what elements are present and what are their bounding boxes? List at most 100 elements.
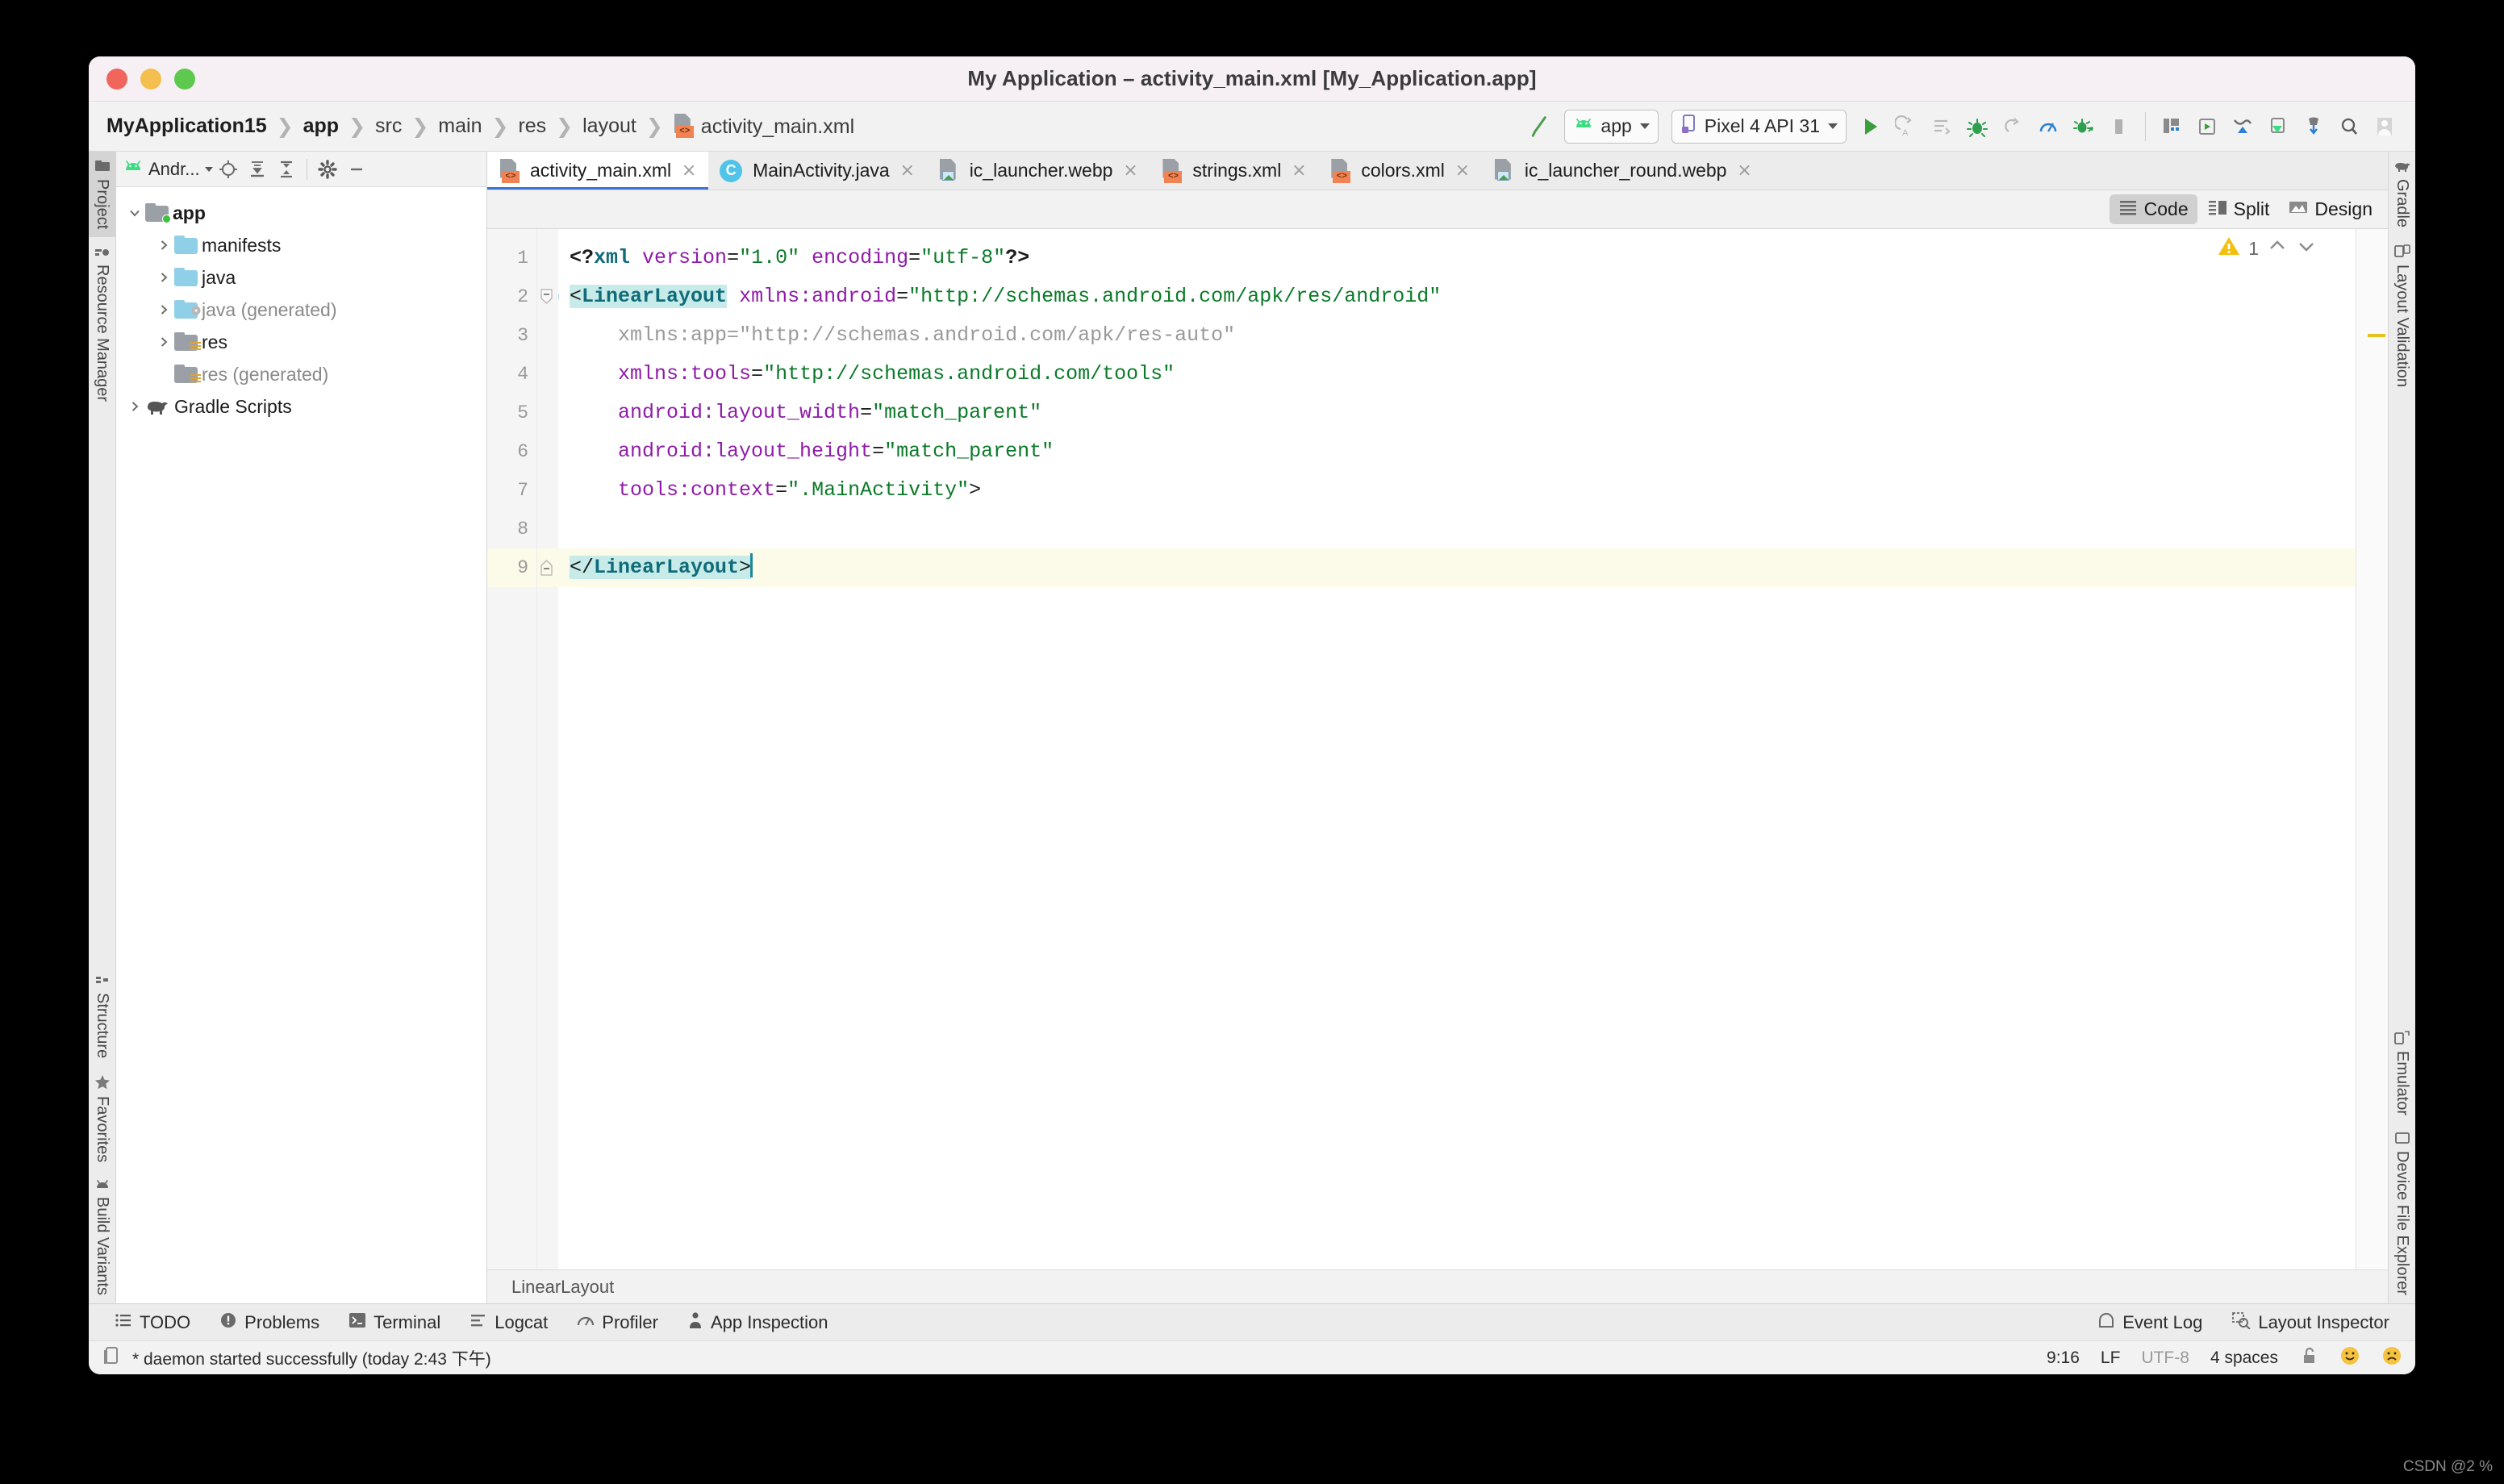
sidebar-item-favorites[interactable]: Favorites <box>89 1066 116 1170</box>
tab-strings-xml[interactable]: <> strings.xml × <box>1150 152 1318 190</box>
tab-ic-launcher-round-webp[interactable]: ic_launcher_round.webp × <box>1482 152 1764 190</box>
indent-setting[interactable]: 4 spaces <box>2210 1349 2278 1368</box>
avd-manager-icon[interactable] <box>2189 109 2225 144</box>
happy-face-icon[interactable] <box>2339 1345 2360 1370</box>
line-separator[interactable]: LF <box>2101 1349 2121 1368</box>
breadcrumb-item-res[interactable]: res <box>516 115 548 138</box>
collapse-all-icon[interactable] <box>273 156 300 183</box>
editor-breadcrumb[interactable]: LinearLayout <box>487 1269 2388 1303</box>
tree-node-res-generated[interactable]: res (generated) <box>116 358 486 390</box>
close-icon[interactable]: × <box>1454 160 1471 181</box>
close-icon[interactable]: × <box>1122 160 1138 181</box>
tab-activity-main-xml[interactable]: <> activity_main.xml × <box>487 152 709 190</box>
sidebar-item-emulator[interactable]: Emulator <box>2388 1022 2415 1123</box>
tree-node-java[interactable]: java <box>116 261 486 294</box>
chevron-right-icon[interactable] <box>153 239 174 252</box>
tab-ic-launcher-webp[interactable]: ic_launcher.webp × <box>927 152 1150 190</box>
sidebar-item-resource-manager[interactable]: Resource Manager <box>89 237 116 410</box>
breadcrumb-item-file[interactable]: <> activity_main.xml <box>671 114 856 139</box>
file-encoding[interactable]: UTF-8 <box>2141 1349 2189 1368</box>
watermark: CSDN @2 % <box>2402 1458 2493 1475</box>
code-editor[interactable]: 1 2 C 3 4 5 6 7 8 9 <box>487 229 2388 1269</box>
code-text[interactable]: <?xml version="1.0" encoding="utf-8"?> <… <box>558 229 2356 1269</box>
hammer-icon[interactable] <box>1522 109 1558 144</box>
sidebar-item-structure[interactable]: Structure <box>89 965 116 1066</box>
crosshair-locate-icon[interactable] <box>215 156 242 183</box>
breadcrumb-item-project[interactable]: MyApplication15 <box>105 115 269 138</box>
close-icon[interactable]: × <box>681 160 697 181</box>
search-icon[interactable] <box>2331 109 2367 144</box>
sidebar-item-layout-validation[interactable]: Layout Validation <box>2388 236 2415 395</box>
sidebar-item-project[interactable]: Project <box>89 152 116 238</box>
device-selector[interactable]: Pixel 4 API 31 <box>1671 109 1847 144</box>
bottom-window-layout-inspector[interactable]: Layout Inspector <box>2217 1311 2404 1334</box>
sidebar-item-label: Project <box>94 179 111 230</box>
chevron-right-icon[interactable] <box>124 400 145 413</box>
chevron-down-icon[interactable] <box>124 206 145 219</box>
prev-problem-icon[interactable] <box>2267 237 2288 261</box>
apply-changes-icon[interactable]: A <box>1888 109 1924 144</box>
tab-colors-xml[interactable]: <> colors.xml × <box>1318 152 1482 190</box>
stop-icon[interactable] <box>2101 109 2137 144</box>
device-manager-icon[interactable] <box>2225 109 2260 144</box>
breadcrumb-item-src[interactable]: src <box>374 115 403 138</box>
bottom-window-event-log[interactable]: Event Log <box>2083 1311 2217 1334</box>
line-number: 6 <box>517 441 528 462</box>
gear-icon[interactable] <box>314 156 341 183</box>
memory-indicator-icon[interactable] <box>102 1345 121 1371</box>
editor-marker-rail[interactable] <box>2356 229 2388 1269</box>
caret-position[interactable]: 9:16 <box>2047 1349 2080 1368</box>
chevron-right-icon[interactable] <box>153 336 174 348</box>
chevron-right-icon[interactable] <box>153 303 174 316</box>
breadcrumb-item-app[interactable]: app <box>302 115 340 138</box>
sidebar-item-gradle[interactable]: Gradle <box>2388 152 2415 236</box>
expand-all-icon[interactable] <box>244 156 271 183</box>
tree-node-manifests[interactable]: manifests <box>116 229 486 261</box>
tree-node-res[interactable]: res <box>116 326 486 358</box>
profiler-icon[interactable] <box>2030 109 2066 144</box>
bottom-window-todo[interactable]: TODO <box>100 1312 205 1333</box>
chevron-right-icon[interactable] <box>153 271 174 284</box>
play-icon[interactable] <box>1853 109 1888 144</box>
attach-debugger-icon[interactable] <box>1995 109 2030 144</box>
minimize-icon[interactable] <box>343 156 370 183</box>
view-mode-design[interactable]: Design <box>2280 194 2381 224</box>
tree-node-app[interactable]: app <box>116 197 486 229</box>
warning-marker[interactable] <box>2368 334 2385 337</box>
bottom-window-app-inspection[interactable]: App Inspection <box>673 1311 843 1334</box>
next-problem-icon[interactable] <box>2296 237 2317 261</box>
unlocked-padlock-icon[interactable] <box>2299 1346 2318 1370</box>
view-mode-split[interactable]: Split <box>2199 194 2279 224</box>
tab-mainactivity-java[interactable]: C MainActivity.java × <box>708 152 927 190</box>
bottom-window-label: Problems <box>244 1311 320 1332</box>
sync-gradle-icon[interactable] <box>2296 109 2331 144</box>
tree-node-gradle-scripts[interactable]: Gradle Scripts <box>116 390 486 423</box>
view-mode-code[interactable]: Code <box>2109 194 2197 224</box>
close-icon[interactable]: × <box>899 160 916 181</box>
sidebar-item-build-variants[interactable]: Build Variants <box>89 1170 116 1303</box>
fold-end-icon[interactable] <box>540 560 554 576</box>
bug-icon[interactable] <box>1959 109 1995 144</box>
fold-collapse-icon[interactable] <box>540 289 554 305</box>
bottom-window-profiler[interactable]: Profiler <box>562 1312 673 1333</box>
sad-face-icon[interactable] <box>2381 1345 2402 1370</box>
close-icon[interactable]: × <box>1736 160 1752 181</box>
apply-code-changes-icon[interactable] <box>1924 109 1959 144</box>
code-line-2: <LinearLayout xmlns:android="http://sche… <box>570 285 1442 308</box>
close-icon[interactable]: × <box>1291 160 1307 181</box>
breadcrumb-item-layout[interactable]: layout <box>581 115 638 138</box>
apk-icon[interactable] <box>2260 109 2296 144</box>
inspection-widget[interactable]: 1 <box>2218 236 2317 262</box>
line-number: 2 <box>517 286 528 307</box>
tree-node-java-generated[interactable]: java (generated) <box>116 294 486 326</box>
breadcrumb-item-main[interactable]: main <box>436 115 483 138</box>
bottom-window-problems[interactable]: Problems <box>205 1311 334 1334</box>
sidebar-item-device-file-explorer[interactable]: Device File Explorer <box>2388 1123 2415 1303</box>
coverage-icon[interactable] <box>2066 109 2101 144</box>
sdk-manager-icon[interactable] <box>2154 109 2189 144</box>
bottom-window-terminal[interactable]: Terminal <box>334 1312 455 1333</box>
bottom-window-logcat[interactable]: Logcat <box>455 1312 562 1333</box>
avatar-icon[interactable] <box>2367 109 2402 144</box>
project-view-selector[interactable]: Andr... <box>123 159 213 180</box>
run-configuration-selector[interactable]: app <box>1564 109 1659 144</box>
